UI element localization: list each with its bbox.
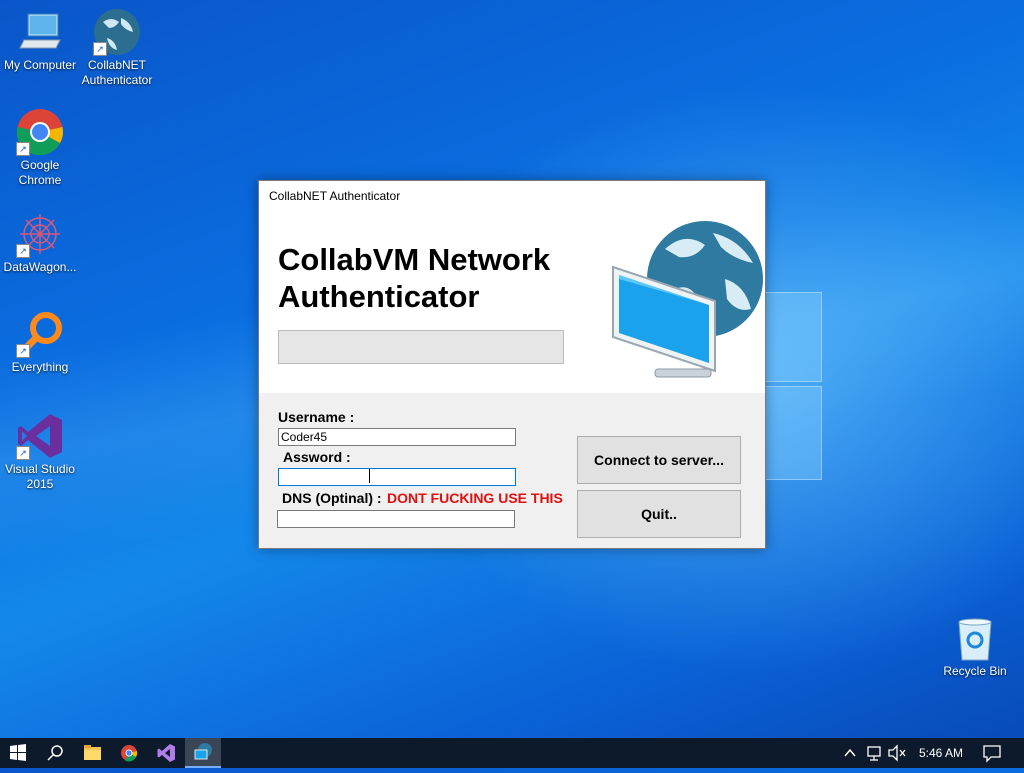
connect-button[interactable]: Connect to server... xyxy=(577,436,741,484)
start-button[interactable] xyxy=(0,738,36,768)
datawagon-icon: ↗ xyxy=(16,210,64,258)
username-label: Username : xyxy=(278,409,355,425)
search-button[interactable] xyxy=(37,738,73,768)
network-globe-monitor-icon xyxy=(612,221,763,378)
shortcut-arrow-icon: ↗ xyxy=(16,344,30,358)
heading-line-2: Authenticator xyxy=(278,279,480,314)
taskbar-collabnet[interactable] xyxy=(185,738,221,768)
magnifier-icon: ↗ xyxy=(16,310,64,358)
shortcut-arrow-icon: ↗ xyxy=(16,244,30,258)
chevron-up-icon[interactable] xyxy=(840,738,860,768)
network-icon[interactable] xyxy=(864,738,884,768)
shortcut-arrow-icon: ↗ xyxy=(93,42,107,56)
desktop-icon-my-computer[interactable]: My Computer xyxy=(0,8,80,73)
desktop-icon-label: CollabNET Authenticator xyxy=(81,58,153,87)
password-input[interactable] xyxy=(278,468,516,486)
chrome-icon xyxy=(121,745,138,762)
dialog-titlebar[interactable]: CollabNET Authenticator xyxy=(259,181,765,211)
dns-label: DNS (Optinal) : xyxy=(282,490,382,506)
file-explorer-icon xyxy=(84,745,101,760)
desktop-icon-label: DataWagon... xyxy=(3,260,77,274)
computer-icon xyxy=(16,8,64,56)
visual-studio-icon: ↗ xyxy=(16,412,64,460)
text-cursor-icon xyxy=(369,469,370,483)
desktop-icon-everything[interactable]: ↗ Everything xyxy=(0,310,80,375)
dns-input[interactable] xyxy=(277,510,515,528)
chrome-icon: ↗ xyxy=(16,108,64,156)
dns-warning: DONT FUCKING USE THIS xyxy=(387,490,563,506)
desktop-icon-visual-studio[interactable]: ↗ Visual Studio 2015 xyxy=(0,412,80,492)
desktop-icon-label: Everything xyxy=(11,360,69,374)
desktop-icon-datawagon[interactable]: ↗ DataWagon... xyxy=(0,210,80,275)
shortcut-arrow-icon: ↗ xyxy=(16,446,30,460)
desktop-icon-recycle-bin[interactable]: Recycle Bin xyxy=(935,614,1015,679)
taskbar-visual-studio[interactable] xyxy=(148,738,184,768)
dialog-heading: CollabVM Network Authenticator xyxy=(278,241,598,315)
recycle-bin-icon xyxy=(951,614,999,662)
collabnet-dialog: CollabNET Authenticator CollabVM Network… xyxy=(258,180,766,549)
desktop-icon-label: Google Chrome xyxy=(18,158,62,187)
start-icon xyxy=(10,744,26,761)
globe-icon: ↗ xyxy=(93,8,141,56)
shortcut-arrow-icon: ↗ xyxy=(16,142,30,156)
taskbar-file-explorer[interactable] xyxy=(74,738,110,768)
desktop-icon-label: Recycle Bin xyxy=(943,664,1007,678)
volume-muted-icon[interactable] xyxy=(886,738,908,768)
heading-line-1: CollabVM Network xyxy=(278,242,551,277)
search-icon xyxy=(47,745,63,761)
desktop-icon-google-chrome[interactable]: ↗ Google Chrome xyxy=(0,108,80,188)
username-input[interactable] xyxy=(278,428,516,446)
taskbar-chrome[interactable] xyxy=(111,738,147,768)
desktop-icon-label: My Computer xyxy=(3,58,77,72)
password-label: Assword : xyxy=(283,449,351,465)
quit-button[interactable]: Quit.. xyxy=(577,490,741,538)
status-progress-bar xyxy=(278,330,564,364)
taskbar-clock[interactable]: 5:46 AM xyxy=(919,738,963,768)
taskbar: 5:46 AM xyxy=(0,738,1024,768)
collabnet-icon xyxy=(194,743,212,760)
desktop-icon-label: Visual Studio 2015 xyxy=(5,462,75,491)
visual-studio-icon xyxy=(157,744,175,762)
notification-center-icon[interactable] xyxy=(980,738,1004,768)
desktop-icon-collabnet[interactable]: ↗ CollabNET Authenticator xyxy=(77,8,157,88)
